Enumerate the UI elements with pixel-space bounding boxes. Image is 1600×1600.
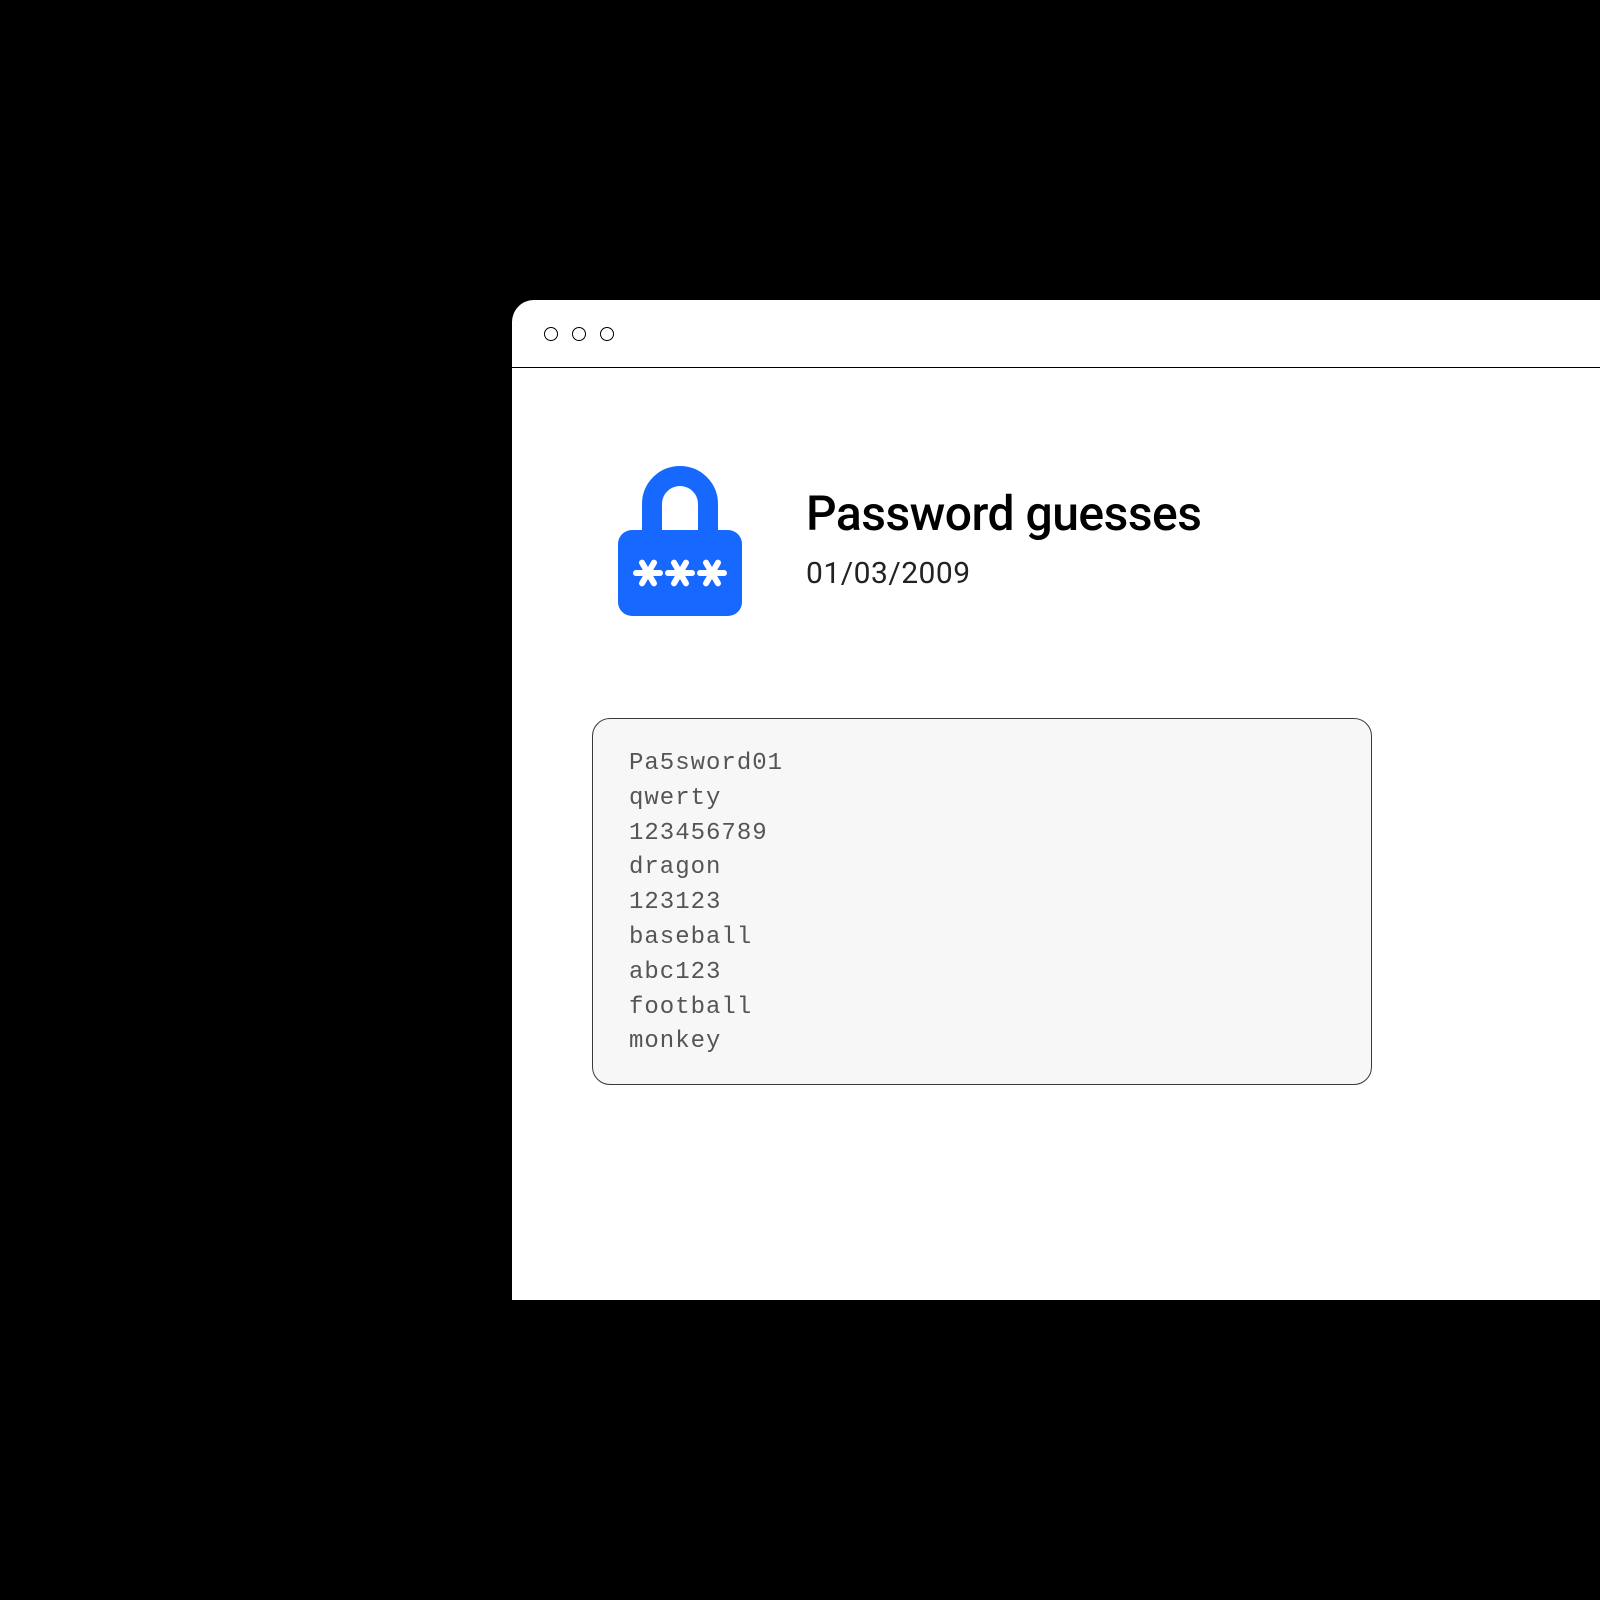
app-window: Password guesses 01/03/2009 Pa5sword01 q… — [512, 300, 1600, 1300]
document-meta: Password guesses 01/03/2009 — [806, 485, 1201, 591]
password-lock-icon — [600, 448, 760, 628]
window-titlebar — [512, 300, 1600, 368]
window-control-close[interactable] — [544, 327, 558, 341]
window-control-minimize[interactable] — [572, 327, 586, 341]
window-control-zoom[interactable] — [600, 327, 614, 341]
password-list: Pa5sword01 qwerty 123456789 dragon 12312… — [592, 718, 1372, 1085]
document-date: 01/03/2009 — [806, 556, 1201, 591]
document-title: Password guesses — [806, 485, 1201, 542]
document-header: Password guesses 01/03/2009 — [592, 448, 1600, 628]
window-content: Password guesses 01/03/2009 Pa5sword01 q… — [512, 368, 1600, 1125]
